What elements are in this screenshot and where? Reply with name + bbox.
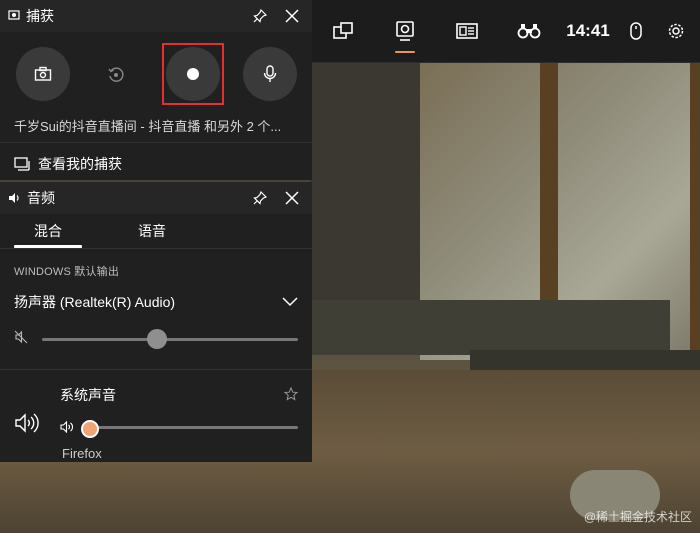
screenshot-button[interactable] [15, 47, 70, 101]
background-wall [310, 60, 425, 340]
output-caption: WINDOWS 默认输出 [14, 266, 120, 278]
close-icon [285, 191, 299, 205]
star-icon [283, 386, 299, 401]
background-sill [310, 300, 670, 355]
mute-button[interactable] [14, 330, 28, 349]
view-captures-label: 查看我的捕获 [38, 156, 122, 172]
widget-menu-button[interactable] [312, 0, 374, 62]
capture-panel: 捕获 千岁Sui的抖音直播间 - 抖音直播 和另外 2 个... 查看我的捕获 [0, 0, 312, 180]
settings-button[interactable] [656, 0, 696, 62]
capture-webcam-icon [8, 10, 20, 20]
app-volume-slider-row [60, 412, 298, 442]
audio-panel-title: 音频 [27, 190, 55, 206]
background-window-post [690, 60, 700, 370]
capture-widget-button[interactable] [374, 0, 436, 62]
capture-panel-header: 捕获 [0, 0, 312, 32]
record-icon [186, 68, 199, 80]
looking-for-group-button[interactable] [498, 0, 560, 62]
pin-button[interactable] [248, 4, 272, 28]
master-volume-slider[interactable] [42, 328, 298, 349]
microphone-icon [263, 65, 276, 82]
speaker-small-icon [60, 421, 73, 433]
speaker-muted-icon [14, 330, 28, 343]
output-device-label: 扬声器 (Realtek(R) Audio) [14, 294, 176, 310]
settings-gear-icon [668, 23, 684, 39]
record-button[interactable] [165, 47, 220, 101]
audio-panel: 音频 混合 语音 WINDOWS 默认输出 扬声器 (Realtek(R) Au… [0, 182, 312, 462]
app-volume-knob[interactable] [81, 419, 99, 438]
game-bar-toolbar: 14:41 [312, 0, 700, 63]
record-last-button[interactable] [89, 47, 143, 101]
capture-webcam-icon [396, 21, 414, 41]
gallery-icon [14, 157, 30, 171]
favorite-button[interactable] [283, 386, 299, 404]
app-head: 系统声音 [60, 384, 299, 406]
watermark: @稀土掘金技术社区 [583, 510, 692, 524]
speaker-icon [9, 193, 19, 203]
performance-widget-button[interactable] [436, 0, 498, 62]
divider [0, 369, 312, 370]
app-name: 系统声音 [60, 387, 116, 403]
master-volume-row [0, 319, 312, 359]
microphone-button[interactable] [242, 47, 297, 101]
pin-icon [253, 190, 268, 205]
speaker-volume-icon [15, 413, 39, 433]
binoculars-icon [517, 24, 541, 39]
chevron-down-icon [282, 297, 298, 307]
mouse-settings-button[interactable] [616, 0, 656, 62]
tab-mix[interactable]: 混合 [14, 214, 82, 248]
capture-buttons [0, 32, 312, 116]
close-button[interactable] [280, 4, 304, 28]
app-body: 系统声音 [50, 384, 299, 442]
app-icon [14, 384, 50, 442]
view-captures-link[interactable]: 查看我的捕获 [0, 142, 312, 185]
close-button[interactable] [280, 186, 304, 210]
performance-icon [456, 23, 478, 39]
close-icon [285, 9, 299, 23]
widget-menu-icon [333, 22, 353, 39]
pin-button[interactable] [248, 186, 272, 210]
record-last-icon [107, 67, 124, 82]
capture-source: 千岁Sui的抖音直播间 - 抖音直播 和另外 2 个... [14, 119, 282, 134]
app-volume-slider[interactable] [81, 419, 298, 438]
camera-icon [34, 66, 51, 81]
audio-panel-header: 音频 [0, 182, 312, 214]
tab-voice[interactable]: 语音 [118, 214, 186, 248]
audio-tabs: 混合 语音 [0, 214, 312, 249]
master-volume-knob[interactable] [147, 328, 168, 349]
app-volume-row: 系统声音 [0, 384, 312, 442]
output-device-select[interactable]: 扬声器 (Realtek(R) Audio) [0, 291, 312, 313]
record-highlight [161, 43, 224, 105]
clock: 14:41 [566, 21, 610, 40]
mouse-icon [630, 22, 642, 40]
pin-icon [253, 8, 268, 23]
capture-panel-title: 捕获 [26, 8, 54, 24]
next-app-partial: Firefox [62, 446, 102, 461]
